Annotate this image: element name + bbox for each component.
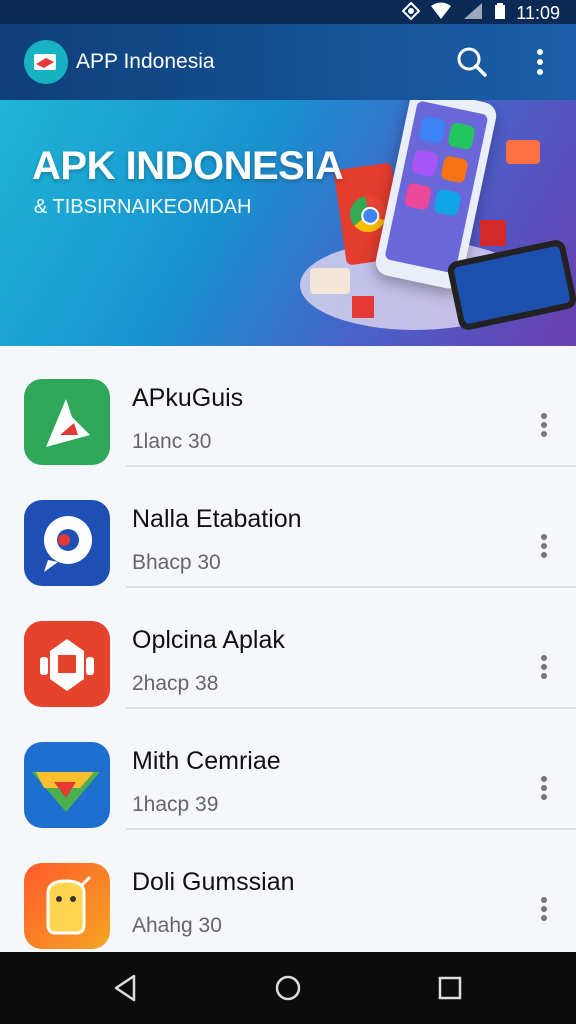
system-nav-bar <box>0 952 576 1024</box>
home-button[interactable] <box>270 970 306 1006</box>
list-item[interactable]: Doli Gumssian Ahahg 30 <box>0 830 576 951</box>
app-title: APP Indonesia <box>76 50 215 73</box>
status-bar: 11:09 <box>0 0 576 24</box>
more-vert-icon <box>541 655 547 679</box>
app-name: Doli Gumssian <box>132 868 295 896</box>
item-menu-button[interactable] <box>530 410 558 440</box>
item-menu-button[interactable] <box>530 652 558 682</box>
back-icon <box>114 974 136 1002</box>
app-name: Oplcina Aplak <box>132 626 285 654</box>
item-menu-button[interactable] <box>530 773 558 803</box>
list-item[interactable]: Nalla Etabation Bhacp 30 <box>0 467 576 588</box>
overflow-menu-button[interactable] <box>524 44 556 80</box>
cube-illustration <box>480 220 506 246</box>
app-meta: 1lanc 30 <box>132 430 212 453</box>
banner-subtitle: & TIBSIRNAIKEOMDAH <box>34 196 252 218</box>
item-menu-button[interactable] <box>530 894 558 924</box>
more-vert-icon <box>537 49 543 75</box>
search-button[interactable] <box>454 44 490 80</box>
app-bar: APP Indonesia <box>0 24 576 100</box>
more-vert-icon <box>541 534 547 558</box>
more-vert-icon <box>541 413 547 437</box>
recents-icon <box>438 976 462 1000</box>
card-illustration <box>506 140 540 164</box>
more-vert-icon <box>541 897 547 921</box>
app-icon <box>24 742 110 828</box>
item-menu-button[interactable] <box>530 531 558 561</box>
app-icon <box>24 500 110 586</box>
list-item[interactable]: APkuGuis 1lanc 30 <box>0 346 576 467</box>
card-illustration <box>310 268 350 294</box>
app-name: Mith Cemriae <box>132 747 281 775</box>
status-time: 11:09 <box>516 3 560 23</box>
search-icon <box>457 47 487 77</box>
app-name: APkuGuis <box>132 384 244 412</box>
wifi-icon <box>430 2 452 25</box>
signal-icon <box>462 2 484 25</box>
data-sync-icon <box>401 1 421 25</box>
app-meta: Ahahg 30 <box>132 914 222 937</box>
back-button[interactable] <box>108 970 144 1006</box>
app-icon <box>24 621 110 707</box>
app-meta: 2hacp 38 <box>132 672 219 695</box>
app-meta: 1hacp 39 <box>132 793 219 816</box>
more-vert-icon <box>541 776 547 800</box>
app-icon <box>24 863 110 949</box>
battery-icon <box>494 2 506 25</box>
app-meta: Bhacp 30 <box>132 551 221 574</box>
promo-banner[interactable]: APK INDONESIA & TIBSIRNAIKEOMDAH <box>0 100 576 346</box>
list-item[interactable]: Mith Cemriae 1hacp 39 <box>0 709 576 830</box>
cube-illustration <box>352 296 374 318</box>
home-icon <box>275 975 301 1001</box>
app-list: APkuGuis 1lanc 30 Nalla Etabation Bhacp … <box>0 346 576 952</box>
banner-title: APK INDONESIA <box>32 144 344 188</box>
app-name: Nalla Etabation <box>132 505 302 533</box>
recents-button[interactable] <box>432 970 468 1006</box>
app-icon <box>24 379 110 465</box>
list-item[interactable]: Oplcina Aplak 2hacp 38 <box>0 588 576 709</box>
app-logo-icon <box>24 40 68 84</box>
